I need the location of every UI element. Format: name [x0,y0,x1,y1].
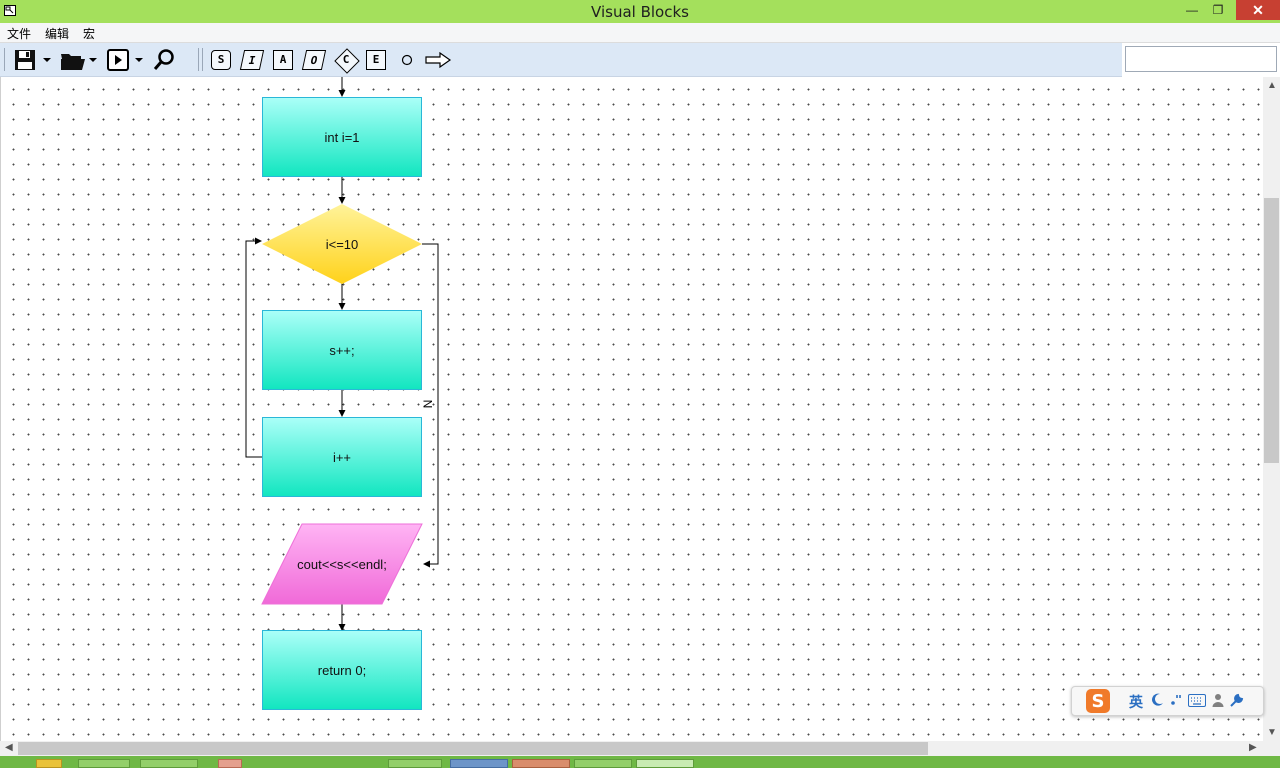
assign-block-icon: A [273,49,293,70]
scroll-down-icon[interactable]: ▼ [1267,727,1277,738]
magnifier-icon [153,48,174,70]
horizontal-scroll-thumb[interactable] [18,742,928,755]
moon-icon[interactable] [1150,693,1164,707]
process-block-body-label: s++; [329,342,355,358]
run-dropdown-button[interactable] [133,47,145,72]
taskbar-app-button[interactable] [140,759,198,768]
output-block[interactable]: cout<<s<<endl; [262,524,422,604]
menu-file[interactable]: 文件 [7,25,31,42]
decision-block-condition[interactable]: i<=10 [262,204,422,284]
ime-toolbar[interactable]: S 英 [1071,686,1264,716]
toolbar-grip [4,48,5,71]
vertical-scroll-thumb[interactable] [1264,198,1279,463]
minimize-button[interactable]: — [1180,0,1204,20]
toolbar: S I A O C E [0,43,1122,77]
taskbar-app-button[interactable] [78,759,130,768]
save-icon [15,49,35,70]
branch-label-no: N [420,399,435,409]
chevron-down-icon [89,57,97,62]
search-button[interactable] [150,47,178,72]
ime-logo-icon[interactable]: S [1086,689,1110,713]
menu-macro[interactable]: 宏 [83,25,95,42]
toolbar-separator [202,48,203,71]
process-block-body[interactable]: s++; [262,310,422,390]
assign-block-button[interactable]: A [271,47,295,72]
input-block-icon: I [239,49,265,70]
process-block-init[interactable]: int i=1 [262,97,422,177]
condition-block-button[interactable]: C [333,47,360,74]
end-block-icon: E [366,49,386,70]
process-block-increment-label: i++ [332,449,352,465]
chevron-down-icon [43,57,51,62]
scroll-up-icon[interactable]: ▲ [1267,80,1277,91]
wrench-icon[interactable] [1229,693,1244,708]
arrow-block-button[interactable] [423,47,453,72]
restore-button[interactable]: ❐ [1205,0,1231,20]
output-block-button[interactable]: O [301,47,327,72]
taskbar-app-button[interactable] [512,759,570,768]
toolbar-separator [198,48,199,71]
chevron-down-icon [135,57,143,62]
play-icon [107,48,129,71]
close-button[interactable]: ✕ [1236,0,1280,20]
taskbar-app-button-active[interactable] [636,759,694,768]
arrow-right-icon [425,51,452,68]
run-button[interactable] [104,47,132,72]
search-input[interactable] [1125,46,1277,72]
taskbar-app-button[interactable] [218,759,242,768]
process-block-init-label: int i=1 [324,129,360,145]
user-icon[interactable] [1212,693,1224,708]
taskbar-app-button[interactable] [450,759,508,768]
save-button[interactable] [12,47,38,72]
menu-edit[interactable]: 编辑 [45,25,69,42]
scroll-left-icon[interactable]: ◀ [5,742,13,753]
start-block-button[interactable]: S [209,47,233,72]
output-block-icon: O [301,49,327,70]
window-title: Visual Blocks [591,3,689,21]
condition-block-label: C [342,53,350,66]
punctuation-icon[interactable] [1170,693,1182,707]
process-block-increment[interactable]: i++ [262,417,422,497]
flowchart-canvas[interactable]: int i=1 i<=10 s++; i++ cout<<s<<endl; re… [0,77,1264,741]
connector-loop-back [245,237,262,458]
end-block-button[interactable]: E [364,47,388,72]
process-block-return-label: return 0; [317,662,367,678]
taskbar-app-button[interactable] [574,759,632,768]
menu-bar: 文件 编辑 宏 [0,23,1280,43]
folder-icon [61,53,85,70]
taskbar-start-icon[interactable] [36,759,62,768]
keyboard-icon[interactable] [1188,694,1206,707]
input-block-button[interactable]: I [239,47,265,72]
scroll-right-icon[interactable]: ▶ [1249,742,1257,753]
process-block-return[interactable]: return 0; [262,630,422,710]
diamond-icon: C [334,47,360,74]
ime-language-toggle[interactable]: 英 [1129,692,1143,712]
open-dropdown-button[interactable] [87,47,99,72]
start-block-icon: S [211,49,231,70]
connector-block-button[interactable] [398,47,416,72]
save-dropdown-button[interactable] [41,47,53,72]
scrollbar-corner [1263,741,1280,756]
circle-icon [401,54,413,65]
output-block-label: cout<<s<<endl; [297,556,387,572]
title-bar[interactable]: Visual Blocks — ❐ ✕ [0,0,1280,23]
decision-block-condition-label: i<=10 [325,236,359,252]
taskbar-app-button[interactable] [388,759,442,768]
open-button[interactable] [59,47,87,72]
flowchart-connectors [245,77,439,631]
